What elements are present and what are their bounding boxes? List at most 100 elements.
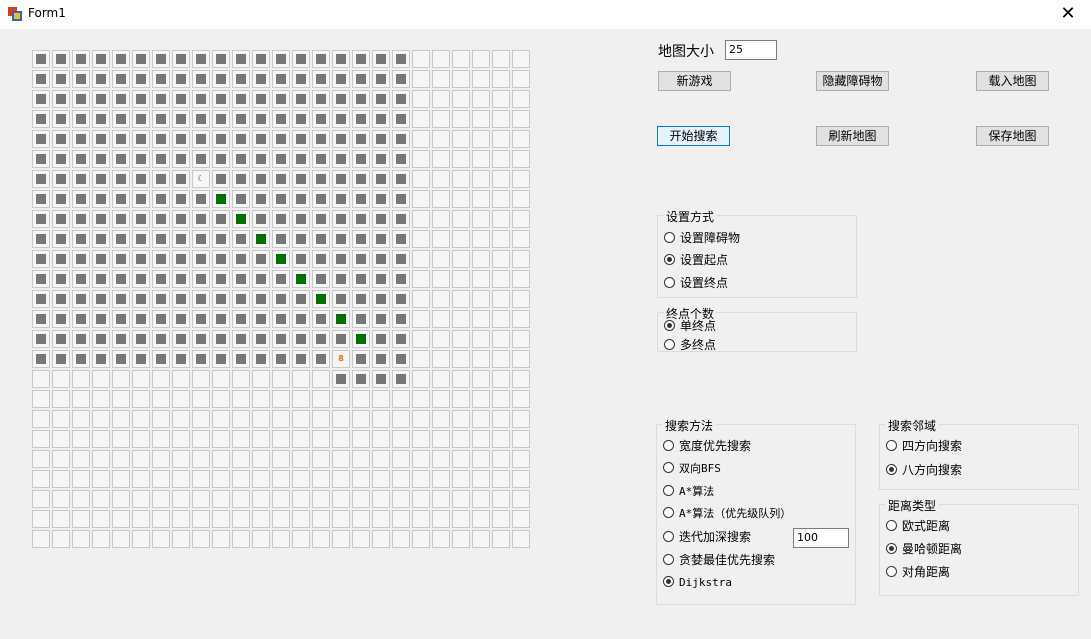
empty-cell[interactable] [492, 390, 510, 408]
empty-cell[interactable] [352, 430, 370, 448]
obstacle-cell[interactable] [172, 270, 190, 288]
obstacle-cell[interactable] [52, 50, 70, 68]
obstacle-cell[interactable] [132, 290, 150, 308]
obstacle-cell[interactable] [312, 230, 330, 248]
empty-cell[interactable] [112, 470, 130, 488]
empty-cell[interactable] [472, 430, 490, 448]
empty-cell[interactable] [232, 450, 250, 468]
path-cell[interactable] [352, 330, 370, 348]
empty-cell[interactable] [472, 50, 490, 68]
obstacle-cell[interactable] [292, 50, 310, 68]
obstacle-cell[interactable] [72, 210, 90, 228]
empty-cell[interactable] [492, 330, 510, 348]
obstacle-cell[interactable] [152, 190, 170, 208]
obstacle-cell[interactable] [72, 250, 90, 268]
obstacle-cell[interactable] [112, 310, 130, 328]
empty-cell[interactable] [172, 390, 190, 408]
empty-cell[interactable] [412, 510, 430, 528]
empty-cell[interactable] [312, 450, 330, 468]
path-cell[interactable] [332, 310, 350, 328]
empty-cell[interactable] [252, 530, 270, 548]
obstacle-cell[interactable] [232, 290, 250, 308]
obstacle-cell[interactable] [352, 270, 370, 288]
obstacle-cell[interactable] [272, 290, 290, 308]
obstacle-cell[interactable] [292, 350, 310, 368]
obstacle-cell[interactable] [192, 110, 210, 128]
obstacle-cell[interactable] [52, 310, 70, 328]
obstacle-cell[interactable] [192, 210, 210, 228]
empty-cell[interactable] [492, 290, 510, 308]
obstacle-cell[interactable] [252, 90, 270, 108]
empty-cell[interactable] [432, 390, 450, 408]
obstacle-cell[interactable] [372, 270, 390, 288]
empty-cell[interactable] [72, 490, 90, 508]
empty-cell[interactable] [492, 70, 510, 88]
empty-cell[interactable] [412, 170, 430, 188]
obstacle-cell[interactable] [232, 250, 250, 268]
obstacle-cell[interactable] [332, 150, 350, 168]
obstacle-cell[interactable] [392, 50, 410, 68]
obstacle-cell[interactable] [352, 350, 370, 368]
obstacle-cell[interactable] [232, 50, 250, 68]
obstacle-cell[interactable] [172, 330, 190, 348]
empty-cell[interactable] [72, 510, 90, 528]
empty-cell[interactable] [72, 450, 90, 468]
obstacle-cell[interactable] [392, 130, 410, 148]
empty-cell[interactable] [412, 50, 430, 68]
empty-cell[interactable] [412, 250, 430, 268]
obstacle-cell[interactable] [352, 370, 370, 388]
obstacle-cell[interactable] [192, 350, 210, 368]
obstacle-cell[interactable] [312, 150, 330, 168]
obstacle-cell[interactable] [72, 230, 90, 248]
empty-cell[interactable] [192, 470, 210, 488]
obstacle-cell[interactable] [372, 230, 390, 248]
obstacle-cell[interactable] [312, 270, 330, 288]
obstacle-cell[interactable] [52, 230, 70, 248]
empty-cell[interactable] [292, 490, 310, 508]
empty-cell[interactable] [472, 110, 490, 128]
obstacle-cell[interactable] [92, 310, 110, 328]
empty-cell[interactable] [472, 230, 490, 248]
empty-cell[interactable] [72, 430, 90, 448]
radio-set-obstacle[interactable]: 设置障碍物 [664, 230, 740, 246]
empty-cell[interactable] [512, 210, 530, 228]
obstacle-cell[interactable] [52, 150, 70, 168]
obstacle-cell[interactable] [112, 230, 130, 248]
empty-cell[interactable] [352, 410, 370, 428]
empty-cell[interactable] [492, 270, 510, 288]
obstacle-cell[interactable] [32, 110, 50, 128]
obstacle-cell[interactable] [332, 50, 350, 68]
empty-cell[interactable] [512, 190, 530, 208]
obstacle-cell[interactable] [52, 330, 70, 348]
empty-cell[interactable] [292, 390, 310, 408]
empty-cell[interactable] [512, 390, 530, 408]
obstacle-cell[interactable] [252, 130, 270, 148]
obstacle-cell[interactable] [192, 150, 210, 168]
empty-cell[interactable] [392, 510, 410, 528]
obstacle-cell[interactable] [392, 110, 410, 128]
empty-cell[interactable] [312, 470, 330, 488]
empty-cell[interactable] [132, 410, 150, 428]
empty-cell[interactable] [32, 490, 50, 508]
obstacle-cell[interactable] [92, 170, 110, 188]
obstacle-cell[interactable] [132, 190, 150, 208]
empty-cell[interactable] [32, 530, 50, 548]
obstacle-cell[interactable] [72, 130, 90, 148]
empty-cell[interactable] [212, 370, 230, 388]
empty-cell[interactable] [372, 470, 390, 488]
empty-cell[interactable] [352, 470, 370, 488]
empty-cell[interactable] [512, 270, 530, 288]
empty-cell[interactable] [512, 290, 530, 308]
empty-cell[interactable] [472, 170, 490, 188]
empty-cell[interactable] [512, 150, 530, 168]
empty-cell[interactable] [452, 150, 470, 168]
obstacle-cell[interactable] [72, 290, 90, 308]
empty-cell[interactable] [392, 450, 410, 468]
empty-cell[interactable] [452, 110, 470, 128]
empty-cell[interactable] [112, 490, 130, 508]
obstacle-cell[interactable] [52, 130, 70, 148]
obstacle-cell[interactable] [392, 230, 410, 248]
empty-cell[interactable] [412, 530, 430, 548]
radio-euclidean[interactable]: 欧式距离 [886, 518, 950, 534]
empty-cell[interactable] [312, 510, 330, 528]
